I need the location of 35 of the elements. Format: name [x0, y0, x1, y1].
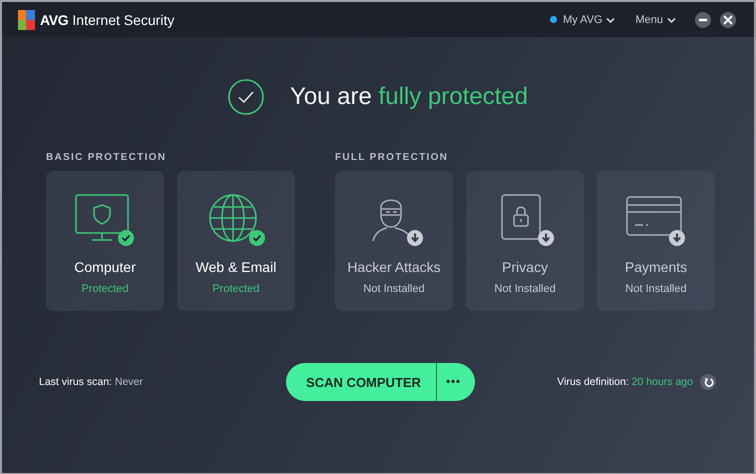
- card-status: Not Installed: [363, 283, 425, 295]
- card-title: Hacker Attacks: [347, 259, 441, 275]
- more-options-button[interactable]: •••: [436, 363, 475, 401]
- card-status: Not Installed: [625, 283, 687, 295]
- logo-icon: [18, 10, 35, 30]
- scan-computer-button[interactable]: SCAN COMPUTER: [286, 363, 436, 401]
- close-icon: [723, 14, 733, 24]
- check-circle-icon: [228, 79, 264, 115]
- protection-status-text: You are fully protected: [290, 83, 528, 111]
- card-title: Payments: [624, 259, 688, 275]
- card-title: Computer: [74, 259, 136, 275]
- card-title: Web & Email: [196, 259, 276, 275]
- protection-card[interactable]: Web & Email Protected: [177, 171, 295, 311]
- protection-card[interactable]: Privacy Not Installed: [466, 171, 584, 311]
- section-heading: FULL PROTECTION: [335, 152, 450, 163]
- refresh-button[interactable]: [700, 374, 716, 390]
- refresh-icon: [702, 376, 714, 388]
- menu-button[interactable]: Menu: [631, 12, 680, 28]
- chevron-down-icon: [667, 16, 676, 22]
- card-status: Protected: [212, 283, 260, 295]
- close-button[interactable]: [720, 12, 736, 28]
- app-logo-text: AVG: [40, 12, 68, 28]
- my-avg-menu[interactable]: My AVG: [546, 12, 620, 28]
- minimize-button[interactable]: [695, 12, 711, 28]
- virus-definition-text: Virus definition: 20 hours ago: [557, 376, 693, 388]
- card-status: Not Installed: [494, 283, 556, 295]
- card-title: Privacy: [502, 259, 548, 275]
- window-title: Internet Security: [72, 12, 174, 28]
- last-scan-text: Last virus scan: Never: [39, 376, 143, 388]
- section-heading: BASIC PROTECTION: [46, 152, 168, 163]
- protection-card[interactable]: Hacker Attacks Not Installed: [335, 171, 453, 311]
- chevron-down-icon: [606, 16, 616, 22]
- card-status: Protected: [81, 283, 129, 295]
- protection-card[interactable]: Computer Protected: [46, 171, 164, 311]
- protection-card[interactable]: Payments Not Installed: [597, 171, 715, 311]
